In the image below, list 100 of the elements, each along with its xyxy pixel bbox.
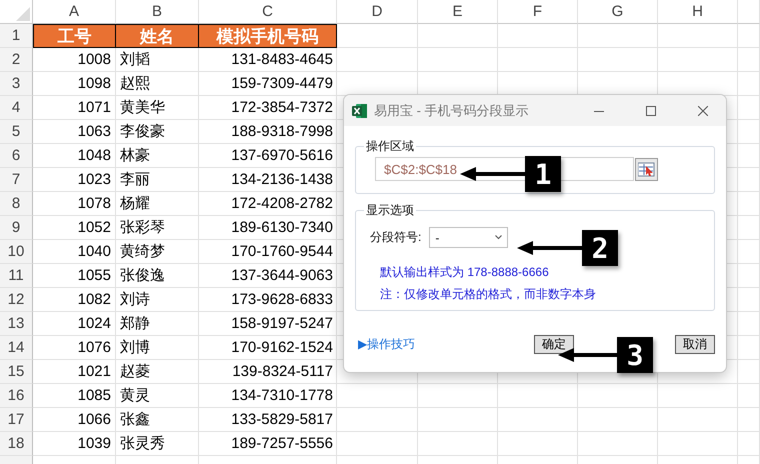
maximize-icon [646,106,656,116]
callout-badge: 2 [582,230,618,266]
note-text: 默认输出样式为 178-8888-6666 [380,264,550,281]
row-header[interactable]: 18 [0,432,33,456]
table-cell: 1052 [33,216,116,240]
table-cell: 刘韬 [116,48,199,72]
cancel-button[interactable]: 取消 [675,335,715,354]
caret-icon [495,235,502,240]
ok-button[interactable]: 确定 [534,335,574,354]
table-cell: 137-6970-5616 [199,144,337,168]
column-header[interactable]: C [199,0,337,24]
empty-cell [738,312,760,336]
table-cell: 133-5829-5817 [199,408,337,432]
table-cell: 134-2136-1438 [199,168,337,192]
table-cell: 张灵秀 [116,432,199,456]
row-header[interactable]: 15 [0,360,33,384]
callout-badge: 1 [525,156,561,192]
table-cell: 1085 [33,384,116,408]
column-header[interactable]: G [578,0,658,24]
table-cell: 刘博 [116,336,199,360]
callout-badge: 3 [617,337,653,373]
table-cell: 张俊逸 [116,264,199,288]
header-cell: 工号 [33,24,116,48]
range-picker-icon [638,162,655,176]
row-header[interactable]: 16 [0,384,33,408]
separator-dropdown[interactable]: - [429,227,508,248]
table-cell: 1098 [33,72,116,96]
column-header[interactable]: B [116,0,199,24]
group-label: 显示选项 [365,202,415,219]
table-cell: 赵熙 [116,72,199,96]
window-title: 易用宝 - 手机号码分段显示 [374,102,530,120]
column-header[interactable]: H [658,0,738,24]
close-icon [698,106,708,116]
row-header[interactable]: 4 [0,96,33,120]
column-header[interactable]: F [498,0,578,24]
table-cell: 赵菱 [116,360,199,384]
table-cell: 1008 [33,48,116,72]
empty-cell [738,120,760,144]
row-header[interactable]: 2 [0,48,33,72]
row-header[interactable]: 5 [0,120,33,144]
empty-cell [738,240,760,264]
column-header[interactable] [738,0,760,24]
table-cell: 1023 [33,168,116,192]
table-cell: 170-9162-1524 [199,336,337,360]
row-header[interactable]: 11 [0,264,33,288]
range-picker-button[interactable] [635,158,658,180]
row-header[interactable]: 3 [0,72,33,96]
row-header[interactable]: 14 [0,336,33,360]
column-header[interactable]: A [33,0,116,24]
table-cell: 189-6130-7340 [199,216,337,240]
table-cell: 134-7310-1778 [199,384,337,408]
table-cell: 黄绮梦 [116,240,199,264]
empty-cell [738,96,760,120]
table-cell: 1063 [33,120,116,144]
column-header[interactable]: D [337,0,418,24]
row-header[interactable]: 6 [0,144,33,168]
row-header[interactable]: 9 [0,216,33,240]
header-cell: 模拟手机号码 [199,24,337,48]
row-header[interactable]: 10 [0,240,33,264]
table-cell: 刘诗 [116,288,199,312]
row-header[interactable]: 17 [0,408,33,432]
table-cell: 189-7257-5556 [199,432,337,456]
header-cell: 姓名 [116,24,199,48]
empty-cell [738,288,760,312]
table-cell: 172-4208-2782 [199,192,337,216]
table-cell: 李俊豪 [116,120,199,144]
empty-cell [738,192,760,216]
table-cell: 张彩琴 [116,216,199,240]
table-cell: 1076 [33,336,116,360]
table-cell: 1024 [33,312,116,336]
table-cell: 170-1760-9544 [199,240,337,264]
table-cell: 1071 [33,96,116,120]
spreadsheet-icon [352,102,368,118]
row-header[interactable]: 1 [0,24,33,48]
empty-cell [738,384,760,408]
table-cell: 郑静 [116,312,199,336]
select-all-button[interactable] [0,0,33,24]
table-cell: 1039 [33,432,116,456]
table-cell: 杨耀 [116,192,199,216]
table-cell: 张鑫 [116,408,199,432]
empty-cell [738,48,760,72]
note-text: 注：仅修改单元格的格式，而非数字本身 [380,286,597,303]
row-header[interactable]: 8 [0,192,33,216]
table-cell: 黄灵 [116,384,199,408]
table-cell: 139-8324-5117 [199,360,337,384]
table-cell: 1021 [33,360,116,384]
table-cell: 1066 [33,408,116,432]
tips-link[interactable]: ▶操作技巧 [358,336,416,353]
empty-cell [738,144,760,168]
row-header[interactable]: 13 [0,312,33,336]
empty-cell [738,432,760,456]
table-cell: 李丽 [116,168,199,192]
empty-cell [738,216,760,240]
table-cell: 137-3644-9063 [199,264,337,288]
table-cell: 黄美华 [116,96,199,120]
empty-cell [738,360,760,384]
arrow-icon [517,241,582,255]
row-header[interactable]: 7 [0,168,33,192]
row-header[interactable]: 12 [0,288,33,312]
column-header[interactable]: E [418,0,498,24]
